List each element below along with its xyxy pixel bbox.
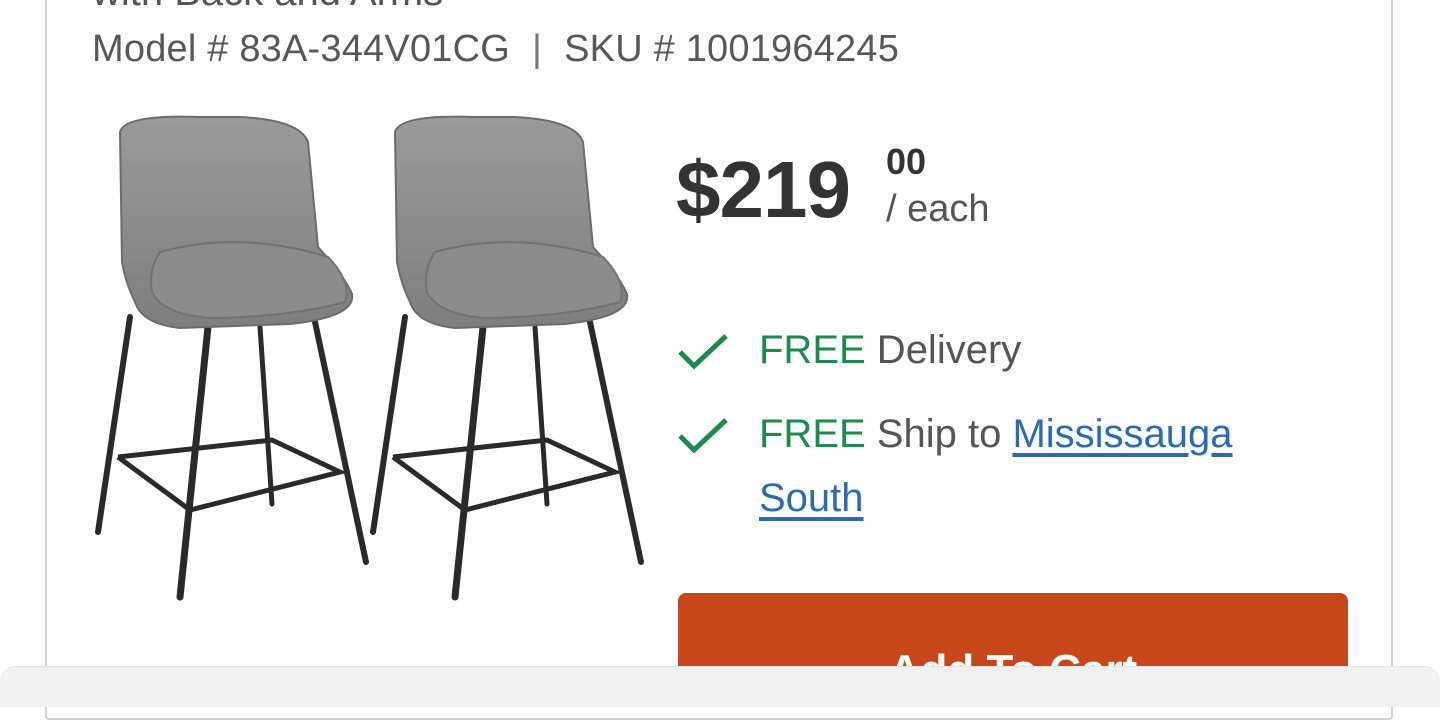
stools-illustration xyxy=(95,115,644,601)
identifier-separator: | xyxy=(532,28,543,70)
free-delivery-row: FREE Delivery xyxy=(676,318,1316,382)
free-badge-ship: FREE xyxy=(759,412,866,456)
product-title: with Back and Arms xyxy=(92,0,443,15)
free-badge-delivery: FREE xyxy=(759,328,866,372)
stool-right xyxy=(370,115,644,601)
sku-number: SKU # 1001964245 xyxy=(564,28,900,70)
price-suffix: 00 / each xyxy=(886,144,990,231)
ship-text: FREE Ship to Mississauga South xyxy=(759,402,1319,530)
price-dollars: $219 xyxy=(676,145,851,234)
model-number: Model # 83A-344V01CG xyxy=(92,28,511,70)
free-ship-row: FREE Ship to Mississauga South xyxy=(676,402,1316,532)
delivery-label: Delivery xyxy=(865,328,1022,372)
delivery-text: FREE Delivery xyxy=(759,318,1319,382)
bottom-sheet xyxy=(0,666,1440,707)
product-image[interactable] xyxy=(90,112,650,607)
stool-left xyxy=(95,115,369,601)
price-unit: / each xyxy=(886,188,990,230)
checkmark-icon xyxy=(678,334,728,370)
checkmark-icon xyxy=(678,418,728,454)
ship-label: Ship to xyxy=(865,412,1013,456)
price-display: $219 00 / each xyxy=(676,144,990,231)
price-cents: 00 xyxy=(886,141,927,182)
product-identifiers: Model # 83A-344V01CG | SKU # 1001964245 xyxy=(92,28,899,71)
